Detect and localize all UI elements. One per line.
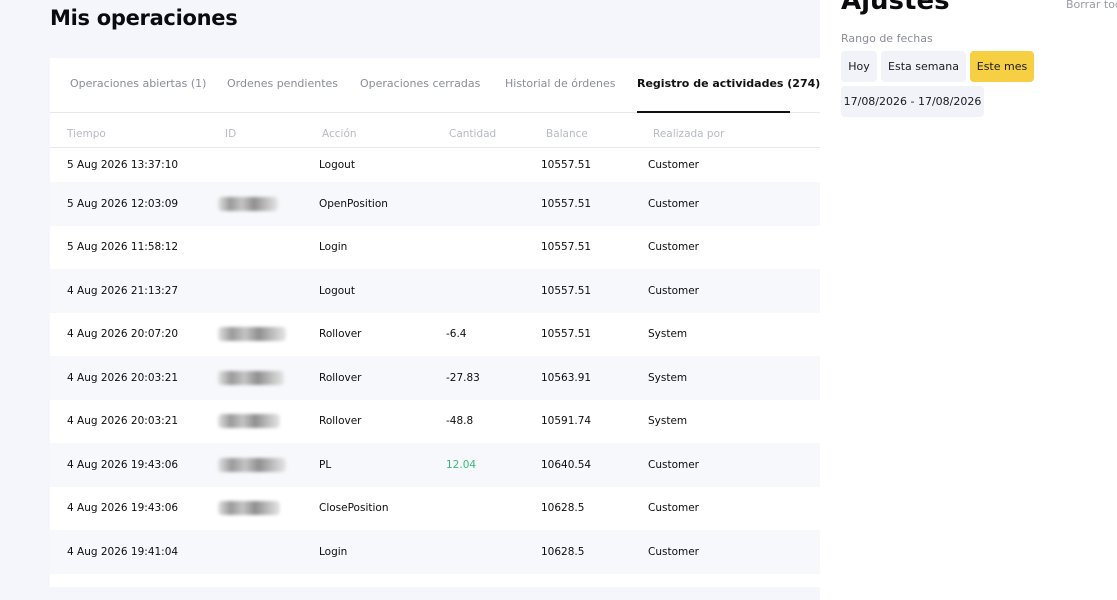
cell-balance: 10628.5 [541,545,585,558]
cell-action: OpenPosition [319,197,388,210]
cell-time: 4 Aug 2026 19:41:04 [67,545,179,558]
cell-balance: 10628.5 [541,502,585,515]
cell-time: 5 Aug 2026 11:58:12 [67,241,179,254]
cell-action: Rollover [319,328,362,341]
active-tab-underline [637,111,790,113]
table-row[interactable]: 5 Aug 2026 11:58:12 Login 10557.51 Customer [50,226,820,270]
cell-time: 4 Aug 2026 21:13:27 [67,284,179,297]
cell-action: Logout [319,284,355,297]
cell-action: ClosePosition [319,502,389,515]
range-this-week-button[interactable]: Esta semana [881,51,966,82]
cell-performed-by: System [648,415,688,428]
cell-balance: 10640.54 [541,458,592,471]
column-header-amount[interactable]: Cantidad [449,128,496,140]
cell-amount: -48.8 [446,415,474,428]
cell-action: Logout [319,159,355,171]
redacted-id [218,327,286,342]
tab-bar: Operaciones abiertas (1) Ordenes pendien… [50,58,820,113]
column-header-performed-by[interactable]: Realizada por [653,128,724,140]
cell-balance: 10557.51 [541,328,592,341]
cell-action: Rollover [319,415,362,428]
settings-title: Ajustes [841,0,950,16]
cell-performed-by: Customer [648,545,700,558]
column-header-time[interactable]: Tiempo [67,128,106,140]
cell-amount: 12.04 [446,458,477,471]
column-header-balance[interactable]: Balance [546,128,588,140]
cell-time: 4 Aug 2026 20:07:20 [67,328,179,341]
cell-time: 4 Aug 2026 19:43:06 [67,458,179,471]
cell-performed-by: Customer [648,159,700,171]
column-header-action[interactable]: Acción [322,128,357,140]
cell-performed-by: Customer [648,502,700,515]
tab-pending-orders[interactable]: Ordenes pendientes [227,77,338,90]
tab-open-positions[interactable]: Operaciones abiertas (1) [70,77,206,90]
cell-balance: 10563.91 [541,371,592,384]
activity-table-body: 5 Aug 2026 13:37:10 Logout 10557.51 Custome… [50,148,820,574]
tab-order-history[interactable]: Historial de órdenes [505,77,616,90]
cell-balance: 10557.51 [541,284,592,297]
redacted-id [218,370,284,385]
table-row[interactable]: 4 Aug 2026 19:41:04 Login 10628.5 Customer [50,530,820,574]
cell-amount: -6.4 [446,328,467,341]
redacted-id [218,414,280,429]
cell-balance: 10557.51 [541,159,592,171]
cell-time: 5 Aug 2026 12:03:09 [67,197,179,210]
cell-performed-by: System [648,371,688,384]
page-title: Mis operaciones [50,6,238,30]
redacted-id [218,501,280,516]
table-row[interactable]: 4 Aug 2026 20:07:20 Rollover -6.4 10557.51 S… [50,313,820,357]
redacted-id [218,196,278,211]
table-row[interactable]: 4 Aug 2026 21:13:27 Logout 10557.51 Custome… [50,269,820,313]
clear-all-link[interactable]: Borrar todo [1066,0,1117,11]
cell-amount: -27.83 [446,371,480,384]
cell-balance: 10557.51 [541,241,592,254]
table-row[interactable]: 4 Aug 2026 19:43:06 ClosePosition 10628.5 C… [50,487,820,531]
cell-time: 5 Aug 2026 13:37:10 [67,159,179,171]
column-header-id[interactable]: ID [225,128,236,140]
cell-performed-by: Customer [648,458,700,471]
table-row[interactable]: 5 Aug 2026 12:03:09 OpenPosition 10557.51 C… [50,182,820,226]
cell-balance: 10557.51 [541,197,592,210]
cell-balance: 10591.74 [541,415,592,428]
cell-action: Login [319,545,348,558]
cell-performed-by: Customer [648,197,700,210]
settings-panel: Ajustes Borrar todo Rango de fechas Hoy … [820,0,1117,600]
table-row[interactable]: 4 Aug 2026 20:03:21 Rollover -27.83 10563.9… [50,356,820,400]
cell-action: PL [319,458,332,471]
cell-performed-by: Customer [648,284,700,297]
range-today-button[interactable]: Hoy [841,51,877,82]
table-row[interactable]: 4 Aug 2026 20:03:21 Rollover -48.8 10591.74… [50,400,820,444]
date-range-label: Rango de fechas [841,32,933,45]
table-row[interactable]: 4 Aug 2026 19:43:06 PL 12.04 10640.54 Custom… [50,443,820,487]
redacted-id [218,457,286,472]
cell-performed-by: Customer [648,241,700,254]
tab-activity-log[interactable]: Registro de actividades (274) [637,77,820,90]
cell-time: 4 Aug 2026 20:03:21 [67,371,179,384]
table-header: Tiempo ID Acción Cantidad Balance Realiz… [50,124,820,148]
range-this-month-button[interactable]: Este mes [970,51,1034,82]
cell-action: Login [319,241,348,254]
date-range-picker[interactable]: 17/08/2026 - 17/08/2026 [841,86,984,117]
cell-time: 4 Aug 2026 19:43:06 [67,502,179,515]
table-row[interactable]: 5 Aug 2026 13:37:10 Logout 10557.51 Custome… [50,148,820,182]
cell-action: Rollover [319,371,362,384]
cell-performed-by: System [648,328,688,341]
cell-time: 4 Aug 2026 20:03:21 [67,415,179,428]
tab-closed-positions[interactable]: Operaciones cerradas [360,77,480,90]
operations-card: Operaciones abiertas (1) Ordenes pendien… [50,58,820,587]
